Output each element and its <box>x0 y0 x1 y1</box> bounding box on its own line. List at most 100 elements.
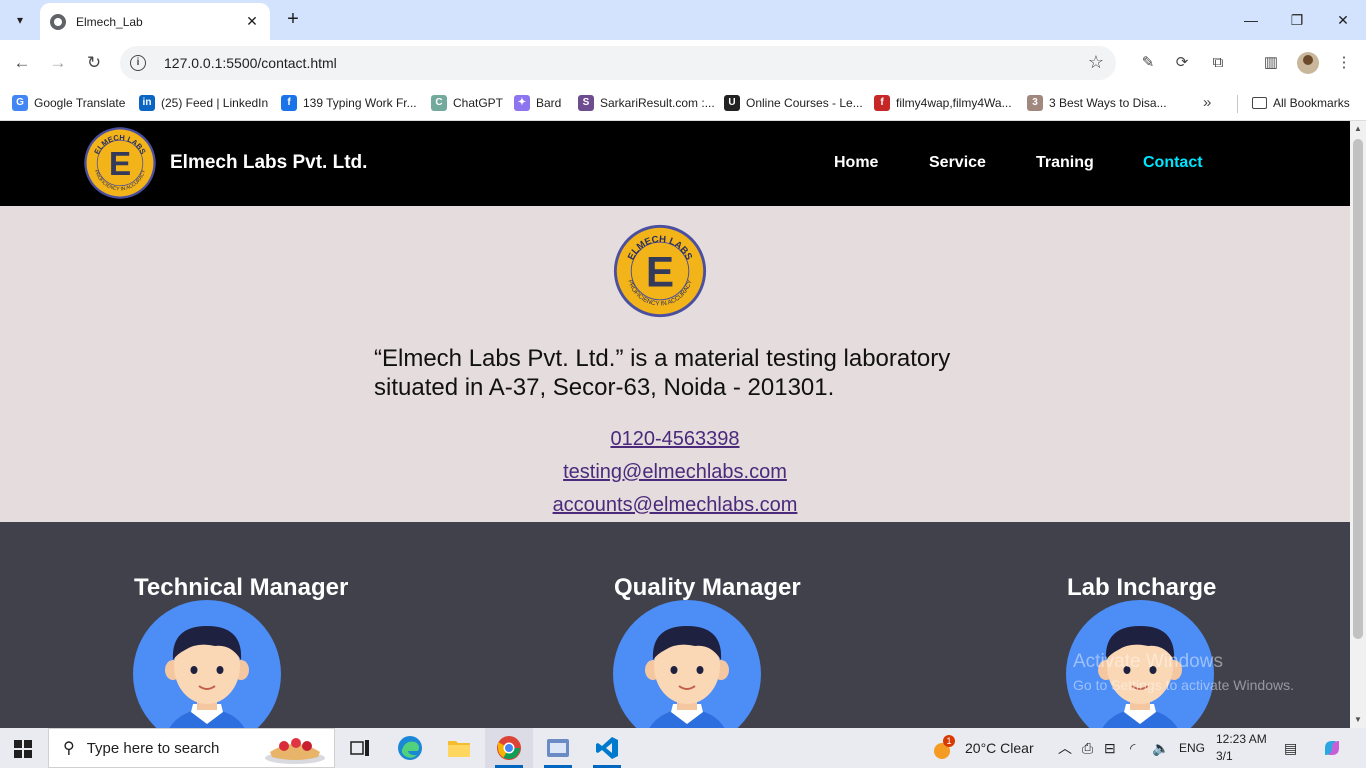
company-intro-text: “Elmech Labs Pvt. Ltd.” is a material te… <box>374 345 951 401</box>
tab-title: Elmech_Lab <box>76 14 143 29</box>
nav-home-link[interactable]: Home <box>834 154 878 172</box>
bookmark-typing-work[interactable]: f 139 Typing Work Fr... <box>281 93 417 113</box>
bookmark-best-ways[interactable]: 3 3 Best Ways to Disa... <box>1027 93 1167 113</box>
face-avatar-icon: 3 <box>1027 95 1043 111</box>
reload-icon[interactable]: ↻ <box>82 51 106 75</box>
system-clock[interactable]: 12:23 AM 3/1 <box>1216 731 1267 765</box>
clock-date: 3/1 <box>1216 749 1233 763</box>
all-bookmarks-folder[interactable]: All Bookmarks <box>1252 93 1350 113</box>
close-tab-icon[interactable]: ✕ <box>244 13 260 30</box>
network-device-icon[interactable]: ⊟ <box>1104 728 1116 768</box>
bookmark-online-courses[interactable]: U Online Courses - Le... <box>724 93 863 113</box>
bookmark-divider <box>1237 95 1238 113</box>
browser-tab[interactable]: Elmech_Lab ✕ <box>40 3 270 40</box>
extensions-puzzle-icon[interactable]: ⧉ <box>1207 52 1229 74</box>
tab-strip: ▾ Elmech_Lab ✕ + — ❐ ✕ <box>0 0 1366 40</box>
clock-time: 12:23 AM <box>1216 732 1267 746</box>
windows-start-icon[interactable] <box>14 740 32 758</box>
volume-icon[interactable]: 🔈 <box>1152 728 1169 768</box>
edge-browser-icon[interactable] <box>386 728 434 768</box>
svg-text:E: E <box>109 146 131 183</box>
sarkariresult-icon: S <box>578 95 594 111</box>
nav-contact-link[interactable]: Contact <box>1143 154 1203 172</box>
bookmark-label: ChatGPT <box>453 96 504 110</box>
profile-avatar[interactable] <box>1297 52 1319 74</box>
show-hidden-icons-chevron-icon[interactable]: ︿ <box>1058 728 1072 768</box>
activate-windows-title: Activate Windows <box>1073 651 1223 672</box>
page-viewport: ELMECH LABS PROFICIENCY IN ACCURACY E El… <box>0 121 1350 728</box>
chatgpt-icon: C <box>431 95 447 111</box>
close-window-icon[interactable]: ✕ <box>1320 0 1366 40</box>
settings-window-icon[interactable] <box>534 728 582 768</box>
page-scrollbar[interactable]: ▲ ▼ <box>1350 121 1366 728</box>
scroll-down-arrow-icon[interactable]: ▼ <box>1350 712 1366 728</box>
google-translate-icon: G <box>12 95 28 111</box>
scroll-up-arrow-icon[interactable]: ▲ <box>1350 121 1366 137</box>
weather-widget[interactable]: 1 20°C Clear <box>932 728 1034 768</box>
bookmark-label: 139 Typing Work Fr... <box>303 96 417 110</box>
site-brand-name: Elmech Labs Pvt. Ltd. <box>170 152 368 173</box>
file-explorer-icon[interactable] <box>435 728 483 768</box>
pen-extension-icon[interactable]: ✎ <box>1137 52 1159 74</box>
bookmark-star-icon[interactable]: ☆ <box>1088 52 1104 73</box>
wifi-icon[interactable]: ◜ <box>1130 728 1135 768</box>
nav-service-link[interactable]: Service <box>929 154 986 172</box>
scrollbar-thumb[interactable] <box>1353 139 1363 639</box>
udemy-icon: U <box>724 95 740 111</box>
weather-sun-icon: 1 <box>932 735 955 759</box>
bookmark-label: Online Courses - Le... <box>746 96 863 110</box>
notifications-icon[interactable]: ▤ <box>1284 728 1297 768</box>
quality-manager-avatar-icon <box>613 600 761 728</box>
language-indicator[interactable]: ENG <box>1179 728 1205 768</box>
bookmark-label: Bard <box>536 96 562 110</box>
meet-now-icon[interactable]: ⎙ <box>1082 728 1093 768</box>
bookmark-google-translate[interactable]: G Google Translate <box>12 93 125 113</box>
side-panel-icon[interactable]: ▥ <box>1260 52 1282 74</box>
activate-windows-watermark: Activate Windows Go to Settings to activ… <box>1073 651 1294 693</box>
url-text[interactable]: 127.0.0.1:5500/contact.html <box>164 55 337 71</box>
back-icon[interactable]: ← <box>10 51 34 75</box>
bookmark-linkedin[interactable]: in (25) Feed | LinkedIn <box>139 93 268 113</box>
minimize-icon[interactable]: — <box>1228 0 1274 40</box>
vscode-icon[interactable] <box>583 728 631 768</box>
bookmarks-bar: G Google Translate in (25) Feed | LinkedIn… <box>0 86 1366 121</box>
taskbar-search-box[interactable]: ⚲ Type here to search <box>48 728 335 768</box>
sync-extension-icon[interactable]: ⟳ <box>1171 52 1193 74</box>
globe-icon <box>50 13 66 30</box>
bookmark-label: SarkariResult.com :... <box>600 96 715 110</box>
forward-icon[interactable]: → <box>46 51 70 75</box>
contact-section: ELMECH LABS PROFICIENCY IN ACCURACY E “E… <box>0 206 1350 522</box>
restore-icon[interactable]: ❐ <box>1274 0 1320 40</box>
search-icon: ⚲ <box>63 740 75 757</box>
browser-toolbar: ← → ↻ i 127.0.0.1:5500/contact.html ☆ ✎ … <box>0 40 1366 86</box>
testing-email-link[interactable]: testing@elmechlabs.com <box>0 461 1350 484</box>
filmy4wap-icon: f <box>874 95 890 111</box>
bard-sparkle-icon: ✦ <box>514 95 530 111</box>
linkedin-icon: in <box>139 95 155 111</box>
team-section: Technical Manager Quality Manager Lab In… <box>0 522 1350 728</box>
bookmark-label: 3 Best Ways to Disa... <box>1049 96 1167 110</box>
phone-link[interactable]: 0120-4563398 <box>0 428 1350 451</box>
bookmark-chatgpt[interactable]: C ChatGPT <box>431 93 503 113</box>
site-navbar: ELMECH LABS PROFICIENCY IN ACCURACY E El… <box>0 121 1350 206</box>
nav-training-link[interactable]: Traning <box>1036 154 1094 172</box>
bookmark-sarkariresult[interactable]: S SarkariResult.com :... <box>578 93 715 113</box>
windows-taskbar: ⚲ Type here to search 1 20°C Clear ︿ ⎙ ⊟… <box>0 728 1366 768</box>
quality-manager-title: Quality Manager <box>614 574 801 601</box>
accounts-email-link[interactable]: accounts@elmechlabs.com <box>0 494 1350 517</box>
more-bookmarks-chevron-icon[interactable]: » <box>1203 94 1211 111</box>
address-bar[interactable]: i 127.0.0.1:5500/contact.html ☆ <box>120 46 1116 80</box>
bookmark-bard[interactable]: ✦ Bard <box>514 93 561 113</box>
bookmark-label: (25) Feed | LinkedIn <box>161 96 269 110</box>
bookmark-filmy4wap[interactable]: f filmy4wap,filmy4Wa... <box>874 93 1012 113</box>
menu-kebab-icon[interactable]: ⋮ <box>1333 52 1355 74</box>
bookmark-label: Google Translate <box>34 96 126 110</box>
elmech-logo[interactable]: ELMECH LABS PROFICIENCY IN ACCURACY E <box>82 125 158 201</box>
site-info-icon[interactable]: i <box>130 55 146 71</box>
copilot-icon[interactable] <box>1322 728 1342 768</box>
technical-manager-avatar-icon <box>133 600 281 728</box>
new-tab-button[interactable]: + <box>282 8 304 30</box>
chrome-browser-icon[interactable] <box>485 728 533 768</box>
tab-search-chevron-icon[interactable]: ▾ <box>8 8 32 32</box>
task-view-icon[interactable] <box>336 728 384 768</box>
